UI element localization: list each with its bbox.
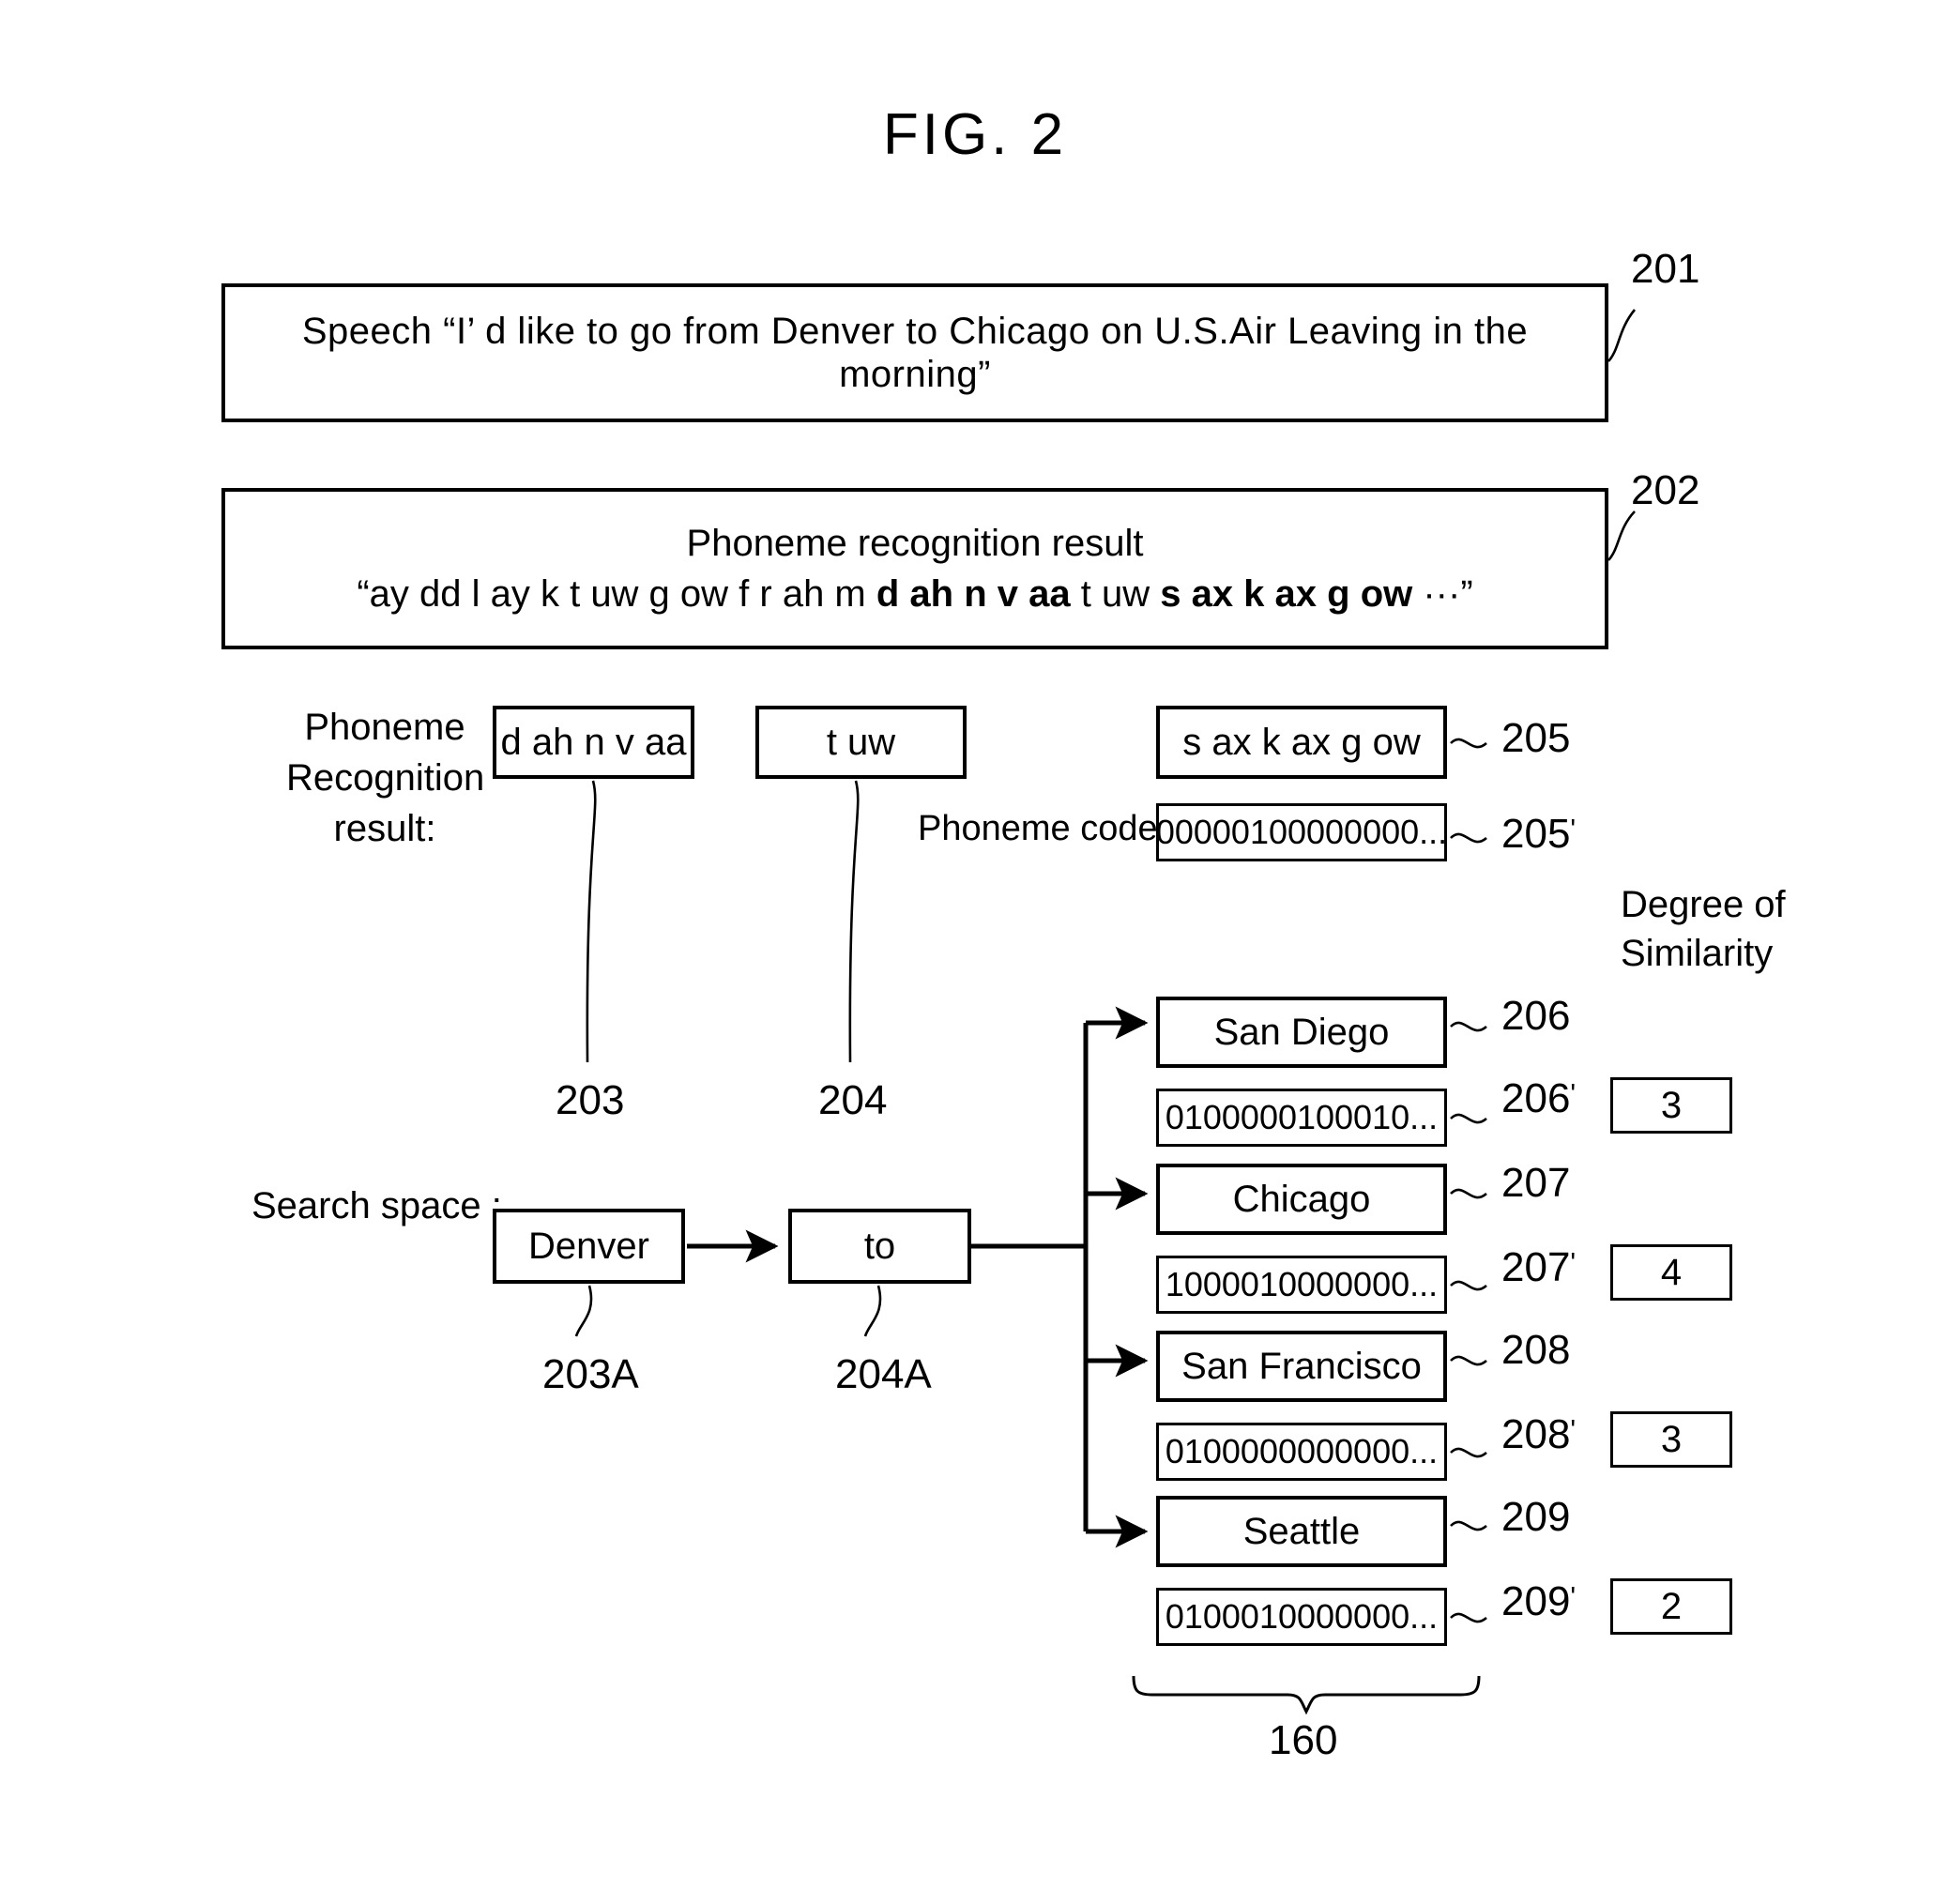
phoneme-seq-close: ···” [1412, 573, 1473, 615]
reference-numeral-204: 204 [818, 1077, 888, 1123]
prime-mark: ' [1570, 1581, 1577, 1613]
search-space-label: Search space : [251, 1185, 502, 1226]
reference-numeral-204A: 204A [835, 1351, 932, 1397]
phoneme-chunk-box-204: t uw [755, 706, 967, 779]
leader-208 [1450, 1355, 1487, 1366]
similarity-score-box-san-diego: 3 [1610, 1077, 1732, 1134]
reference-numeral-value: 209 [1501, 1578, 1571, 1624]
search-space-node-denver: Denver [493, 1209, 685, 1284]
leader-206 [1450, 1021, 1487, 1032]
patent-figure: FIG. 2 Speech “I’ d like to go from Denv… [0, 0, 1950, 1904]
reference-numeral-value: 208 [1501, 1411, 1571, 1457]
reference-numeral-207: 207 [1501, 1160, 1571, 1206]
leader-208-prime [1450, 1447, 1487, 1458]
phoneme-result-sequence: “ay dd l ay k t uw g ow f r ah m d ah n … [357, 572, 1472, 616]
phoneme-seq-highlight-2: s ax k ax g ow [1160, 573, 1413, 615]
leader-209 [1450, 1520, 1487, 1531]
reference-numeral-207-prime: 207' [1501, 1244, 1576, 1291]
node-text: to [863, 1226, 896, 1267]
phoneme-chunk-text: s ax k ax g ow [1182, 722, 1421, 763]
candidate-code: 1000010000000... [1165, 1265, 1439, 1304]
leader-207 [1450, 1188, 1487, 1199]
phoneme-code-text: 00000100000000... [1155, 813, 1448, 852]
candidate-name-box-san-francisco: San Francisco [1156, 1331, 1447, 1402]
leader-205-prime [1450, 832, 1487, 844]
reference-numeral-202: 202 [1631, 467, 1700, 513]
candidate-code: 0100010000000... [1165, 1597, 1439, 1637]
leader-209-prime [1450, 1612, 1487, 1623]
figure-title: FIG. 2 [882, 102, 1068, 167]
reference-numeral-208: 208 [1501, 1327, 1571, 1373]
candidate-name-box-seattle: Seattle [1156, 1496, 1447, 1567]
leader-207-prime [1450, 1280, 1487, 1291]
leader-202 [1607, 510, 1636, 561]
candidate-name-box-san-diego: San Diego [1156, 997, 1447, 1068]
leader-205 [1450, 738, 1487, 749]
prime-mark: ' [1570, 1414, 1577, 1446]
similarity-value: 4 [1660, 1252, 1683, 1293]
reference-numeral-208-prime: 208' [1501, 1411, 1576, 1458]
reference-numeral-209: 209 [1501, 1494, 1571, 1540]
phoneme-result-heading: Phoneme recognition result [686, 523, 1144, 564]
reference-numeral-value: 205 [1501, 811, 1571, 857]
phoneme-seq-mid: t uw [1070, 573, 1161, 615]
speech-input-box: Speech “I’ d like to go from Denver to C… [221, 283, 1608, 422]
leader-203A [574, 1285, 593, 1337]
reference-numeral-205-prime: 205' [1501, 811, 1576, 858]
candidate-name-box-chicago: Chicago [1156, 1164, 1447, 1235]
similarity-value: 3 [1660, 1419, 1683, 1460]
candidate-code: 0100000000000... [1165, 1432, 1439, 1471]
similarity-value: 2 [1660, 1586, 1683, 1627]
phoneme-chunk-box-203: d ah n v aa [493, 706, 694, 779]
candidate-name: San Diego [1213, 1012, 1390, 1053]
phoneme-code-box-205-prime: 00000100000000... [1156, 803, 1447, 861]
candidate-name: Chicago [1232, 1179, 1371, 1220]
reference-numeral-value: 205 [1501, 715, 1571, 761]
similarity-score-box-seattle: 2 [1610, 1578, 1732, 1635]
phoneme-chunk-text: t uw [826, 722, 896, 763]
phoneme-seq-open: “ay dd l ay k t uw g ow f r ah m [357, 573, 876, 615]
prime-mark: ' [1570, 1247, 1577, 1279]
leader-204 [848, 780, 860, 1063]
similarity-value: 3 [1660, 1085, 1683, 1126]
reference-numeral-160: 160 [1269, 1717, 1338, 1763]
leader-201 [1607, 309, 1637, 362]
reference-numeral-206: 206 [1501, 993, 1571, 1039]
reference-numeral-206-prime: 206' [1501, 1075, 1576, 1122]
candidate-code-box-seattle: 0100010000000... [1156, 1588, 1447, 1646]
reference-numeral-205: 205 [1501, 715, 1570, 762]
similarity-score-box-san-francisco: 3 [1610, 1411, 1732, 1468]
reference-numeral-203A: 203A [542, 1351, 639, 1397]
group-brace-160 [1132, 1675, 1481, 1715]
phoneme-chunk-text: d ah n v aa [500, 722, 687, 763]
phoneme-chunk-box-205: s ax k ax g ow [1156, 706, 1447, 779]
leader-206-prime [1450, 1113, 1487, 1124]
search-space-node-to: to [788, 1209, 971, 1284]
reference-numeral-value: 206 [1501, 1075, 1571, 1121]
leader-204A [863, 1285, 882, 1337]
degree-of-similarity-header: Degree of Similarity [1621, 884, 1786, 974]
speech-text: Speech “I’ d like to go from Denver to C… [301, 311, 1529, 395]
phoneme-codes-label: Phoneme codes: [918, 809, 1186, 848]
reference-numeral-203: 203 [556, 1077, 625, 1123]
reference-numeral-209-prime: 209' [1501, 1578, 1576, 1625]
candidate-code-box-san-francisco: 0100000000000... [1156, 1423, 1447, 1481]
node-text: Denver [528, 1226, 649, 1267]
prime-mark: ' [1570, 1078, 1577, 1110]
candidate-name: San Francisco [1181, 1346, 1422, 1387]
phoneme-recognition-result-box: Phoneme recognition result “ay dd l ay k… [221, 488, 1608, 649]
prime-mark: ' [1570, 814, 1577, 845]
leader-203 [586, 780, 597, 1063]
candidate-code-box-chicago: 1000010000000... [1156, 1256, 1447, 1314]
similarity-score-box-chicago: 4 [1610, 1244, 1732, 1301]
candidate-name: Seattle [1242, 1511, 1361, 1552]
phoneme-recognition-result-label: Phoneme Recognition result: [286, 707, 485, 849]
candidate-code-box-san-diego: 0100000100010... [1156, 1089, 1447, 1147]
candidate-code: 0100000100010... [1165, 1098, 1439, 1137]
phoneme-seq-highlight-1: d ah n v aa [876, 573, 1071, 615]
reference-numeral-value: 207 [1501, 1244, 1571, 1290]
reference-numeral-201: 201 [1631, 246, 1700, 292]
